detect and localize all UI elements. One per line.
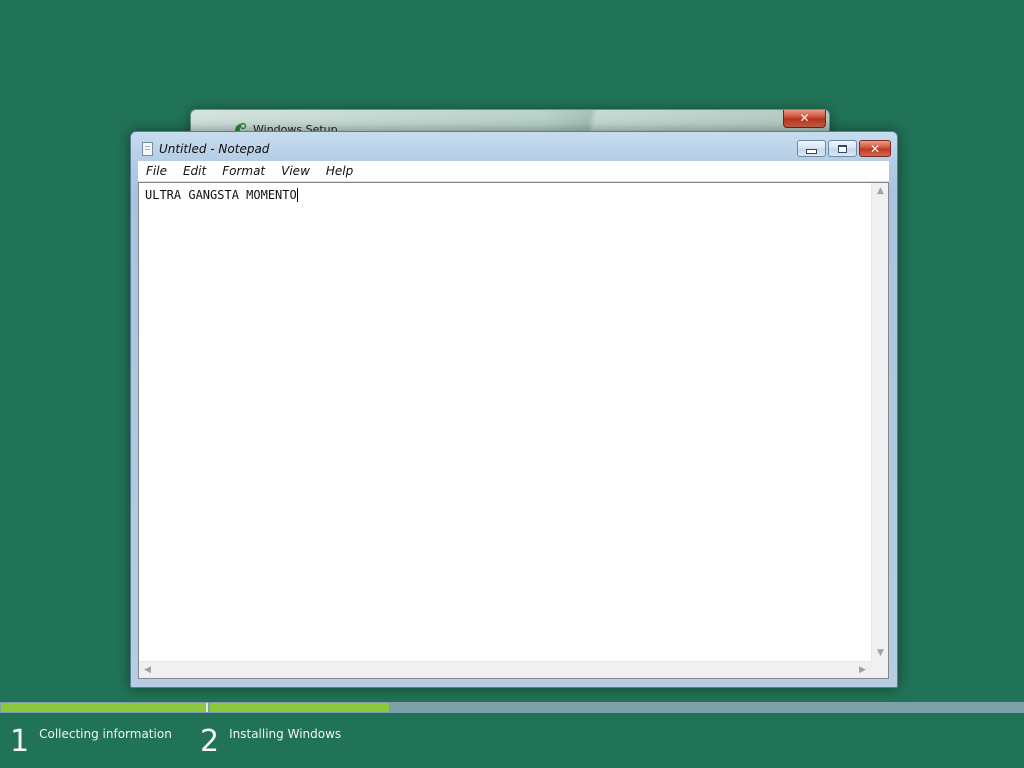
menu-help[interactable]: Help <box>318 161 361 181</box>
notepad-window-title: Untitled - Notepad <box>159 142 270 156</box>
scroll-down-icon[interactable]: ▼ <box>872 645 889 662</box>
notepad-document-icon <box>142 142 153 156</box>
setup-progress-bar <box>0 702 1024 713</box>
horizontal-scrollbar[interactable]: ◀ ▶ <box>139 661 871 678</box>
step-1-label: Collecting information <box>39 727 172 741</box>
step-2-number: 2 <box>200 724 220 759</box>
progress-step-1-fill <box>1 703 208 712</box>
menu-file[interactable]: File <box>138 161 175 181</box>
caption-buttons: ✕ <box>797 140 891 157</box>
text-caret <box>296 188 298 202</box>
scroll-left-icon[interactable]: ◀ <box>139 662 156 679</box>
step-2-label: Installing Windows <box>229 727 342 741</box>
setup-close-button[interactable]: ✕ <box>783 110 826 128</box>
minimize-button[interactable] <box>797 140 826 157</box>
vertical-scrollbar[interactable]: ▲ ▼ <box>871 183 888 662</box>
menu-edit[interactable]: Edit <box>175 161 214 181</box>
size-grip[interactable] <box>871 661 888 678</box>
editor-content: ULTRA GANGSTA MOMENTO <box>145 188 298 202</box>
maximize-button[interactable] <box>828 140 857 157</box>
desktop-background: { "setup_window": { "title": "Windows Se… <box>0 0 1024 768</box>
close-icon: ✕ <box>869 141 881 156</box>
setup-step-1: 1 Collecting information <box>10 722 172 762</box>
menu-view[interactable]: View <box>273 161 318 181</box>
editor-text: ULTRA GANGSTA MOMENTO <box>145 188 297 202</box>
close-icon: ✕ <box>799 111 810 125</box>
progress-step-2-fill <box>210 703 389 712</box>
scroll-up-icon[interactable]: ▲ <box>872 183 889 200</box>
notepad-titlebar: Untitled - Notepad <box>142 142 269 156</box>
setup-step-2: 2 Installing Windows <box>200 722 341 762</box>
menu-bar: File Edit Format View Help <box>138 161 889 182</box>
close-button[interactable]: ✕ <box>859 140 891 157</box>
menu-format[interactable]: Format <box>214 161 273 181</box>
text-editor[interactable]: ULTRA GANGSTA MOMENTO ▲ ▼ ◀ ▶ <box>138 182 889 679</box>
minimize-icon <box>806 149 817 154</box>
maximize-icon <box>838 144 847 153</box>
scroll-right-icon[interactable]: ▶ <box>854 662 871 679</box>
step-1-number: 1 <box>10 724 30 759</box>
notepad-window[interactable]: Untitled - Notepad ✕ File Edit Format Vi… <box>130 131 898 688</box>
